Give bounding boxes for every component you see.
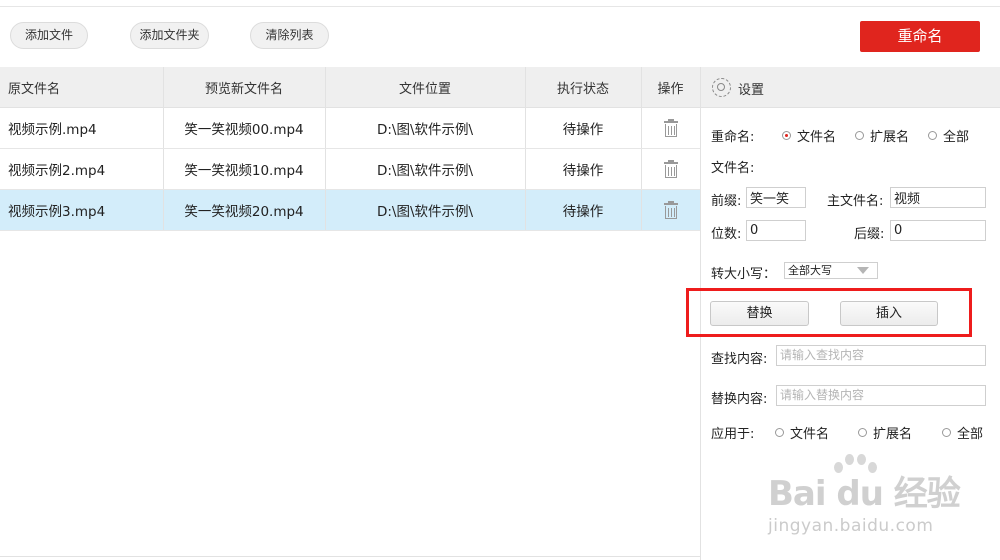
radio-icon <box>942 428 951 437</box>
gear-icon <box>712 78 731 97</box>
preview-name-cell: 笑一笑视频10.mp4 <box>184 163 304 179</box>
case-select[interactable]: 全部大写 <box>784 262 878 279</box>
trash-icon[interactable] <box>663 159 679 178</box>
original-name-cell: 视频示例.mp4 <box>8 122 97 138</box>
digits-label: 位数: <box>711 227 742 242</box>
apply-radio-extension[interactable]: 扩展名 <box>858 423 912 442</box>
radio-icon <box>928 131 937 140</box>
prefix-label: 前缀: <box>711 194 742 209</box>
radio-label: 全部 <box>957 427 984 442</box>
radio-icon <box>855 131 864 140</box>
radio-selected-icon <box>782 131 791 140</box>
header-location[interactable]: 文件位置 <box>325 67 525 107</box>
filename-section-label: 文件名: <box>711 161 755 176</box>
watermark-url: jingyan.baidu.com <box>768 516 934 536</box>
location-cell: D:\图\软件示例\ <box>376 204 474 220</box>
highlight-box <box>686 288 972 337</box>
table-row[interactable]: 视频示例.mp4 笑一笑视频00.mp4 D:\图\软件示例\ 待操作 <box>0 108 700 149</box>
chevron-down-icon <box>857 267 869 274</box>
case-select-value: 全部大写 <box>788 264 832 277</box>
find-input[interactable] <box>776 345 986 366</box>
radio-icon <box>858 428 867 437</box>
trash-icon[interactable] <box>663 118 679 137</box>
apply-to-label: 应用于: <box>711 427 755 442</box>
radio-label: 全部 <box>943 130 970 145</box>
action-cell <box>641 149 700 189</box>
radio-label: 文件名 <box>797 130 837 145</box>
watermark-logo: Bai du 经验 <box>768 474 961 514</box>
header-preview-name[interactable]: 预览新文件名 <box>163 67 325 107</box>
header-original-name[interactable]: 原文件名 <box>0 67 163 107</box>
rename-radio-all[interactable]: 全部 <box>928 126 969 145</box>
top-divider <box>0 6 1000 7</box>
trash-icon[interactable] <box>663 200 679 219</box>
digits-input[interactable] <box>746 220 806 241</box>
prefix-input[interactable] <box>746 187 806 208</box>
radio-icon <box>775 428 784 437</box>
status-cell: 待操作 <box>562 163 604 179</box>
find-label: 查找内容: <box>711 352 768 367</box>
main-name-input[interactable] <box>890 187 986 208</box>
radio-label: 扩展名 <box>873 427 913 442</box>
radio-label: 文件名 <box>790 427 830 442</box>
header-action: 操作 <box>657 81 684 97</box>
suffix-input[interactable] <box>890 220 986 241</box>
rename-mode-label: 重命名: <box>711 130 755 145</box>
status-cell: 待操作 <box>562 122 604 138</box>
case-label: 转大小写： <box>711 267 777 282</box>
table-row[interactable]: 视频示例2.mp4 笑一笑视频10.mp4 D:\图\软件示例\ 待操作 <box>0 149 700 190</box>
add-file-button[interactable]: 添加文件 <box>10 22 88 49</box>
rename-button[interactable]: 重命名 <box>860 21 980 52</box>
rename-radio-extension[interactable]: 扩展名 <box>855 126 909 145</box>
header-status[interactable]: 执行状态 <box>525 67 641 107</box>
radio-label: 扩展名 <box>870 130 910 145</box>
location-cell: D:\图\软件示例\ <box>376 122 474 138</box>
preview-name-cell: 笑一笑视频20.mp4 <box>184 204 304 220</box>
action-cell <box>641 108 700 148</box>
table-bottom-border <box>0 556 700 557</box>
replace-input[interactable] <box>776 385 986 406</box>
clear-list-button[interactable]: 清除列表 <box>250 22 329 49</box>
apply-radio-filename[interactable]: 文件名 <box>775 423 829 442</box>
app-window: 添加文件 添加文件夹 清除列表 重命名 原文件名 预览新文件名 文件位置 执行状… <box>0 0 1000 560</box>
action-cell <box>641 190 700 230</box>
status-cell: 待操作 <box>562 204 604 220</box>
file-table-header: 原文件名 预览新文件名 文件位置 执行状态 操作 <box>0 67 700 108</box>
table-row[interactable]: 视频示例3.mp4 笑一笑视频20.mp4 D:\图\软件示例\ 待操作 <box>0 190 700 231</box>
main-name-label: 主文件名: <box>827 194 884 209</box>
preview-name-cell: 笑一笑视频00.mp4 <box>184 122 304 138</box>
replace-label: 替换内容: <box>711 392 768 407</box>
add-folder-button[interactable]: 添加文件夹 <box>130 22 209 49</box>
settings-header: 设置 <box>701 67 1000 108</box>
suffix-label: 后缀: <box>854 227 885 242</box>
rename-radio-filename[interactable]: 文件名 <box>782 126 836 145</box>
original-name-cell: 视频示例2.mp4 <box>8 163 106 179</box>
apply-radio-all[interactable]: 全部 <box>942 423 983 442</box>
original-name-cell: 视频示例3.mp4 <box>8 204 106 220</box>
location-cell: D:\图\软件示例\ <box>376 163 474 179</box>
settings-title: 设置 <box>738 83 765 98</box>
